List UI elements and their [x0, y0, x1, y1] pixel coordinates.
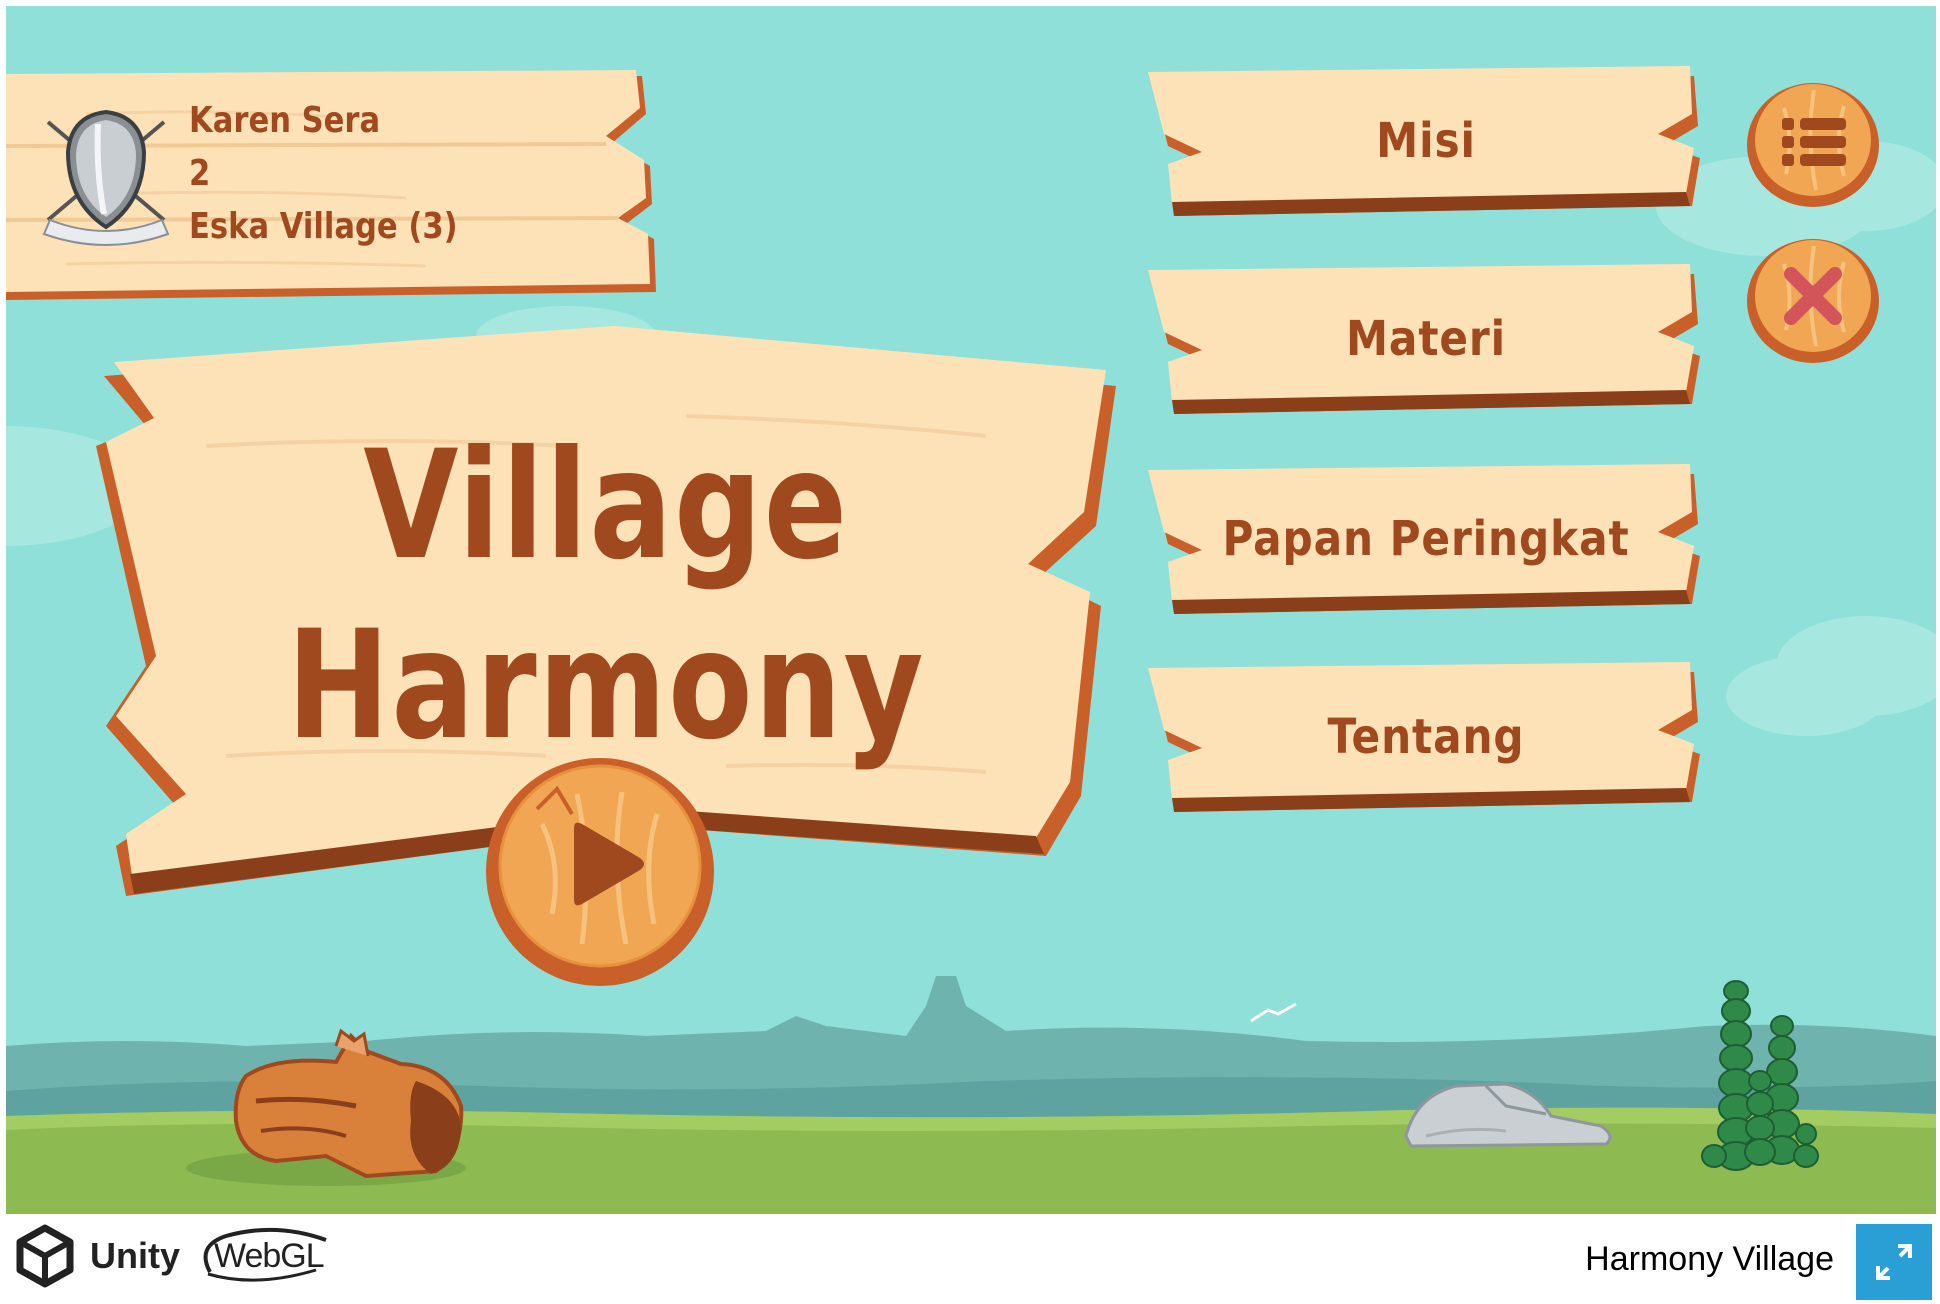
- webgl-footer: Unity WebGL Harmony Village: [0, 1214, 1940, 1300]
- about-button[interactable]: Tentang: [1146, 662, 1706, 812]
- material-button[interactable]: Materi: [1146, 264, 1706, 414]
- unity-cube-icon: [16, 1224, 74, 1288]
- about-label: Tentang: [1327, 709, 1525, 765]
- player-name: Karen Sera: [189, 100, 381, 141]
- unity-label: Unity: [90, 1235, 180, 1276]
- close-icon: [1747, 239, 1879, 363]
- title-line-1: Village: [363, 419, 849, 593]
- title-line-2: Harmony: [286, 599, 926, 773]
- player-level: 2: [189, 153, 211, 194]
- webgl-logo: WebGL: [203, 1227, 327, 1284]
- close-game-button[interactable]: [1744, 234, 1882, 364]
- player-profile-panel: Karen Sera 2 Eska Village (3): [6, 70, 658, 302]
- shield-rank-icon: [42, 109, 170, 246]
- mission-button[interactable]: Misi: [1146, 66, 1706, 216]
- app-title: Harmony Village: [1585, 1240, 1834, 1278]
- play-icon: [486, 758, 714, 986]
- game-canvas[interactable]: Karen Sera 2 Eska Village (3) Village Ha…: [6, 6, 1936, 1214]
- webgl-label: WebGL: [214, 1236, 325, 1275]
- list-icon: [1747, 83, 1879, 207]
- list-menu-button[interactable]: [1744, 78, 1882, 208]
- leaderboard-button[interactable]: Papan Peringkat: [1146, 464, 1706, 614]
- mission-label: Misi: [1376, 113, 1476, 169]
- fullscreen-icon: [1876, 1244, 1912, 1280]
- play-button[interactable]: [482, 754, 718, 990]
- player-village: Eska Village (3): [189, 206, 458, 247]
- material-label: Materi: [1346, 311, 1506, 367]
- fullscreen-button[interactable]: [1856, 1224, 1932, 1300]
- unity-logo: Unity WebGL: [14, 1224, 327, 1288]
- leaderboard-label: Papan Peringkat: [1222, 511, 1630, 567]
